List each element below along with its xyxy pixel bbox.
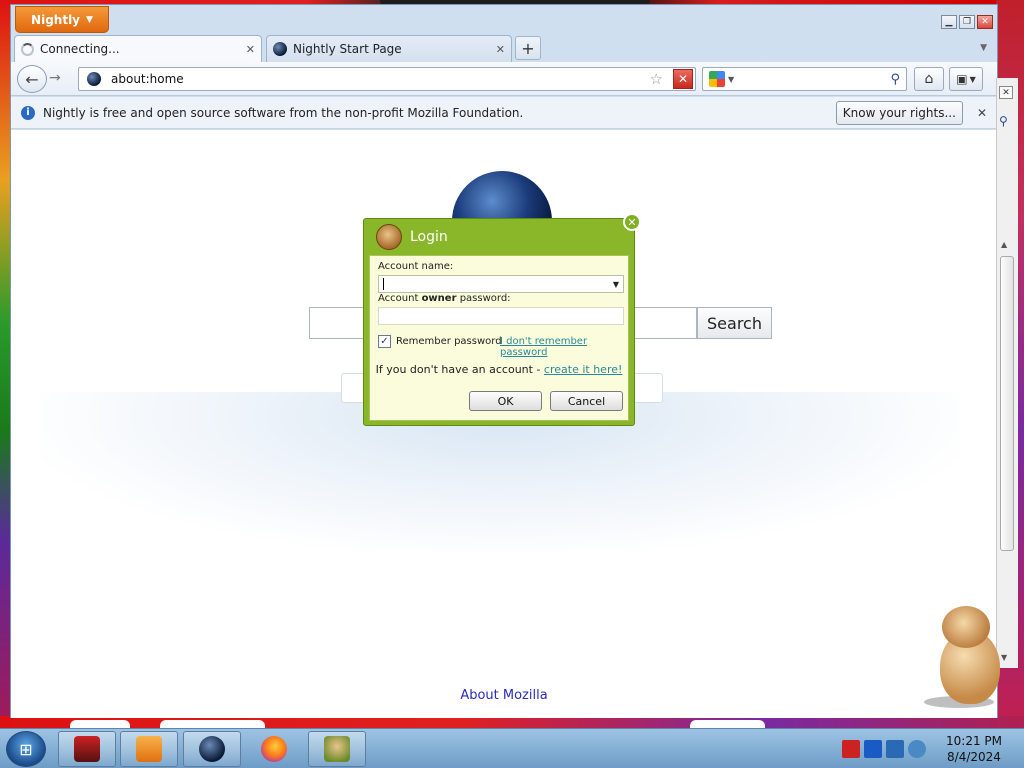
- cancel-button[interactable]: Cancel: [550, 391, 623, 411]
- tab-label: Nightly Start Page: [293, 42, 402, 56]
- info-icon: i: [21, 105, 35, 120]
- no-account-text: If you don't have an account - create it…: [370, 363, 628, 376]
- chevron-down-icon: ▼: [969, 74, 976, 84]
- create-account-link[interactable]: create it here!: [544, 363, 622, 376]
- nightly-globe-icon: [199, 736, 225, 762]
- home-icon: ⌂: [924, 71, 934, 87]
- taskbar-item-nightly[interactable]: [183, 731, 241, 767]
- password-label-bold: owner: [421, 293, 457, 304]
- text-cursor: [383, 278, 384, 290]
- tray-blue-icon[interactable]: [864, 740, 882, 758]
- mascot-head: [942, 606, 990, 648]
- tray-volume-icon[interactable]: [908, 740, 926, 758]
- scroll-up-arrow-icon[interactable]: ▲: [1001, 240, 1007, 249]
- account-name-label: Account name:: [378, 261, 454, 272]
- dialog-body: Account name: ▼ Account owner password: …: [369, 255, 629, 421]
- site-identity-icon[interactable]: [87, 72, 101, 86]
- dialog-close-icon[interactable]: ✕: [623, 213, 641, 231]
- tray-network-icon[interactable]: [886, 740, 904, 758]
- home-button[interactable]: ⌂: [914, 67, 944, 91]
- arrow-left-icon: ←: [25, 69, 39, 89]
- taskbar-clock[interactable]: 10:21 PM 8/4/2024: [934, 733, 1014, 765]
- tab-close-icon[interactable]: ✕: [496, 43, 505, 56]
- hamster-logo-icon: [376, 224, 402, 250]
- media-player-icon: [136, 736, 162, 762]
- tab-connecting[interactable]: Connecting... ✕: [14, 35, 262, 62]
- notification-message: Nightly is free and open source software…: [43, 105, 524, 120]
- login-dialog: Login ✕ Account name: ▼ Account owner pa…: [363, 213, 641, 426]
- remember-password-checkbox[interactable]: ✓: [378, 335, 391, 348]
- tab-close-icon[interactable]: ✕: [246, 43, 255, 56]
- account-name-combobox[interactable]: ▼: [378, 275, 624, 293]
- chevron-down-icon[interactable]: ▼: [613, 280, 619, 289]
- stop-x-icon: ✕: [677, 72, 689, 86]
- start-button[interactable]: ⊞: [6, 731, 46, 767]
- password-label-prefix: Account: [378, 293, 422, 304]
- notification-close-icon[interactable]: ✕: [977, 106, 987, 120]
- url-text[interactable]: about:home: [111, 72, 640, 86]
- notification-bar: i Nightly is free and open source softwa…: [11, 97, 997, 129]
- clock-date: 8/4/2024: [947, 750, 1001, 764]
- tab-nightly-start-page[interactable]: Nightly Start Page ✕: [266, 35, 512, 62]
- loading-spinner-icon: [21, 42, 34, 56]
- about-mozilla-label[interactable]: About Mozilla: [460, 688, 547, 703]
- back-button[interactable]: ←: [17, 65, 47, 93]
- new-tab-button[interactable]: +: [515, 36, 541, 60]
- about-mozilla-link[interactable]: About Mozilla: [11, 688, 997, 703]
- clock-time: 10:21 PM: [946, 734, 1002, 748]
- chevron-down-icon[interactable]: ▼: [728, 75, 890, 84]
- taskbar: ⊞ 10:21 PM 8/4/2024: [0, 728, 1024, 768]
- minimize-icon[interactable]: ▁: [941, 15, 957, 29]
- tab-list-dropdown-icon[interactable]: ▼: [980, 43, 987, 53]
- adjacent-search-icon[interactable]: ⚲: [999, 114, 1008, 128]
- know-your-rights-button[interactable]: Know your rights...: [835, 100, 963, 125]
- firefox-icon: [261, 736, 287, 762]
- app-menu-label: Nightly: [31, 12, 81, 27]
- search-bar[interactable]: ▼ ⚲: [702, 67, 907, 91]
- hamster-app-icon: [324, 736, 350, 762]
- window-close-icon[interactable]: ✕: [977, 15, 993, 29]
- search-icon[interactable]: ⚲: [890, 72, 900, 87]
- bookmarks-menu-button[interactable]: ▣ ▼: [949, 67, 983, 91]
- system-tray: [842, 731, 926, 767]
- forgot-password-link[interactable]: I don't remember password: [500, 336, 628, 358]
- red-box-app-icon: [74, 736, 100, 762]
- tray-red-icon[interactable]: [842, 740, 860, 758]
- app-menu-button[interactable]: Nightly ▼: [15, 6, 109, 33]
- windows-logo-icon: ⊞: [19, 739, 33, 759]
- tab-label: Connecting...: [40, 42, 120, 56]
- checkmark-icon: ✓: [380, 336, 389, 347]
- hamster-mascot[interactable]: [920, 604, 1006, 710]
- forward-button[interactable]: →: [49, 70, 61, 86]
- plus-icon: +: [521, 38, 535, 58]
- taskbar-item-media-player[interactable]: [120, 731, 178, 767]
- adjacent-close-icon[interactable]: ✕: [999, 86, 1013, 99]
- no-account-label: If you don't have an account -: [375, 363, 544, 376]
- dialog-titlebar[interactable]: Login: [364, 219, 634, 255]
- taskbar-item-app[interactable]: [58, 731, 116, 767]
- taskbar-item-hamster-login[interactable]: [308, 731, 366, 767]
- taskbar-item-firefox[interactable]: [245, 731, 303, 767]
- bookmarks-icon: ▣: [956, 72, 968, 86]
- ok-button[interactable]: OK: [469, 391, 542, 411]
- bookmark-star-icon[interactable]: ☆: [650, 70, 663, 88]
- desktop-left-edge: [0, 0, 10, 720]
- stop-button[interactable]: ✕: [673, 69, 693, 89]
- nightly-globe-icon: [273, 42, 287, 56]
- window-controls: ▁ ❐ ✕: [941, 15, 993, 29]
- scrollbar-thumb[interactable]: [1000, 256, 1014, 551]
- google-search-engine-icon[interactable]: [709, 71, 725, 87]
- home-search-button[interactable]: Search: [697, 307, 772, 339]
- remember-password-label: Remember password: [396, 336, 502, 347]
- maximize-icon[interactable]: ❐: [959, 15, 975, 29]
- arrow-right-icon: →: [49, 70, 61, 86]
- password-field[interactable]: [378, 307, 624, 325]
- password-label-suffix: password:: [456, 293, 511, 304]
- password-label: Account owner password:: [378, 293, 511, 304]
- dialog-title: Login: [410, 229, 448, 245]
- url-bar[interactable]: about:home ☆ ✕: [78, 67, 696, 91]
- navigation-toolbar: ← → about:home ☆ ✕ ▼ ⚲ ⌂ ▣ ▼: [11, 62, 997, 96]
- chevron-down-icon: ▼: [86, 14, 93, 25]
